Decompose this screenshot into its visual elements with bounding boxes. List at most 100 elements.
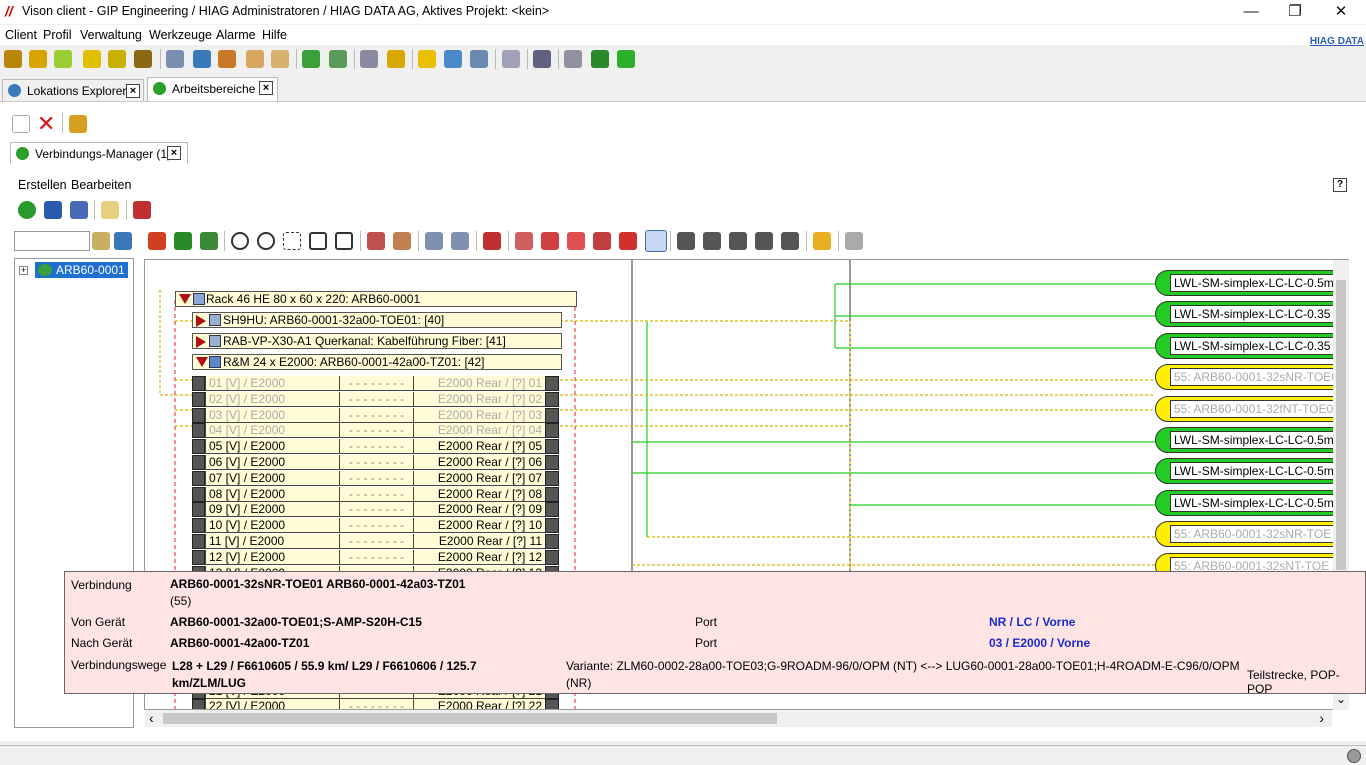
tab-lokations-explorer[interactable]: Lokations Explorer	[2, 79, 144, 101]
close-button[interactable]: ✕	[1318, 0, 1364, 24]
link-icon[interactable]	[567, 232, 585, 250]
port-rear-label[interactable]: E2000 Rear / [?] 03	[413, 407, 545, 423]
find-icon[interactable]	[444, 50, 462, 68]
arrange-icon[interactable]	[781, 232, 799, 250]
scroll-thumb[interactable]	[1336, 280, 1346, 570]
close-tab-arbeitsbereiche-button[interactable]: ×	[259, 81, 273, 95]
menu-werkzeuge[interactable]: Werkzeuge	[149, 28, 212, 42]
port-front-label[interactable]: 22 [V] / E2000	[205, 699, 339, 709]
settings-icon[interactable]	[502, 50, 520, 68]
port-rear-label[interactable]: E2000 Rear / [?] 05	[413, 439, 545, 455]
building-icon[interactable]	[218, 50, 236, 68]
cable-pill[interactable]: LWL-SM-simplex-LC-LC-0.35	[1155, 301, 1348, 327]
cable-pill[interactable]: LWL-SM-simplex-LC-LC-0.5m	[1155, 458, 1348, 484]
zoom-out-icon[interactable]	[257, 232, 275, 250]
undo-icon[interactable]	[174, 232, 192, 250]
zoom-select-icon[interactable]	[283, 232, 301, 250]
tools-icon[interactable]	[564, 50, 582, 68]
search-input[interactable]	[14, 231, 90, 251]
port-front-label[interactable]: 12 [V] / E2000	[205, 549, 339, 565]
cable-pill[interactable]: 55: ARB60-0001-32sNR-TOE0	[1155, 364, 1348, 390]
delete-icon[interactable]: ✕	[37, 111, 55, 137]
port-rear-label[interactable]: E2000 Rear / [?] 09	[413, 502, 545, 518]
rack-child-2[interactable]: RAB-VP-X30-A1 Querkanal: Kabelführung Fi…	[192, 333, 562, 349]
device-icon[interactable]	[360, 50, 378, 68]
menu-erstellen[interactable]: Erstellen	[18, 178, 67, 192]
collapse-icon[interactable]	[451, 232, 469, 250]
port-front-label[interactable]: 05 [V] / E2000	[205, 439, 339, 455]
cable-pill[interactable]: 55: ARB60-0001-32fNT-TOE0	[1155, 396, 1348, 422]
close-tab-verbindungs-manager-button[interactable]: ×	[167, 146, 181, 160]
port-front-label[interactable]: 10 [V] / E2000	[205, 518, 339, 534]
disconnect-icon[interactable]	[541, 232, 559, 250]
collapse-icon[interactable]	[179, 294, 191, 304]
print-icon[interactable]	[845, 232, 863, 250]
user-add-icon[interactable]	[29, 50, 47, 68]
tab-verbindungs-manager[interactable]: Verbindungs-Manager (1)	[10, 142, 188, 164]
new-document-icon[interactable]	[12, 115, 30, 133]
port-rear-label[interactable]: E2000 Rear / [?] 07	[413, 470, 545, 486]
users-icon[interactable]	[69, 115, 87, 133]
port-front-label[interactable]: 09 [V] / E2000	[205, 502, 339, 518]
menu-verwaltung[interactable]: Verwaltung	[80, 28, 142, 42]
map-icon[interactable]	[591, 50, 609, 68]
zoom-page-icon[interactable]	[335, 232, 353, 250]
cable-icon[interactable]	[387, 50, 405, 68]
tree-expander[interactable]: +	[19, 266, 28, 275]
port-rear-label[interactable]: E2000 Rear / [?] 02	[413, 391, 545, 407]
port-rear-label[interactable]: E2000 Rear / [?] 04	[413, 423, 545, 439]
filter-icon[interactable]	[114, 232, 132, 250]
report-icon[interactable]	[166, 50, 184, 68]
users-icon[interactable]	[4, 50, 22, 68]
save-icon[interactable]	[44, 201, 62, 219]
menu-bearbeiten[interactable]: Bearbeiten	[71, 178, 131, 192]
cable-pill[interactable]: LWL-SM-simplex-LC-LC-0.35	[1155, 333, 1348, 359]
port-rear-label[interactable]: E2000 Rear / [?] 10	[413, 518, 545, 534]
port-front-label[interactable]: 11 [V] / E2000	[205, 534, 339, 549]
group-icon[interactable]	[54, 50, 72, 68]
binoculars-icon[interactable]	[470, 50, 488, 68]
key-icon[interactable]	[83, 50, 101, 68]
fit-icon[interactable]	[309, 232, 327, 250]
layout-icon[interactable]	[367, 232, 385, 250]
maximize-button[interactable]: ❐	[1272, 0, 1318, 24]
keys-icon[interactable]	[108, 50, 126, 68]
zoom-in-icon[interactable]	[231, 232, 249, 250]
port-rear-label[interactable]: E2000 Rear / [?] 01	[413, 376, 545, 391]
menu-hilfe[interactable]: Hilfe	[262, 28, 287, 42]
unlink-icon[interactable]	[593, 232, 611, 250]
rack-header[interactable]: Rack 46 HE 80 x 60 x 220: ARB60-0001	[175, 291, 577, 307]
menu-profil[interactable]: Profil	[43, 28, 71, 42]
port-front-label[interactable]: 04 [V] / E2000	[205, 423, 339, 439]
folder-icon[interactable]	[101, 201, 119, 219]
port-rear-label[interactable]: E2000 Rear / [?] 06	[413, 455, 545, 470]
collapse-icon[interactable]	[196, 357, 208, 367]
port-front-label[interactable]: 02 [V] / E2000	[205, 391, 339, 407]
cabinet-icon[interactable]	[271, 50, 289, 68]
topology-icon[interactable]	[617, 50, 635, 68]
help-button[interactable]: ?	[1333, 178, 1347, 192]
connection-icon[interactable]	[302, 50, 320, 68]
layout-tree-icon[interactable]	[393, 232, 411, 250]
menu-client[interactable]: Client	[5, 28, 37, 42]
network-icon[interactable]	[329, 50, 347, 68]
close-tab-lokations-button[interactable]: ×	[126, 84, 140, 98]
search-location-icon[interactable]	[193, 50, 211, 68]
warning-icon[interactable]	[418, 50, 436, 68]
expand-icon[interactable]	[425, 232, 443, 250]
pen-icon[interactable]	[619, 232, 637, 250]
rack-child-1[interactable]: SH9HU: ARB60-0001-32a00-TOE01: [40]	[192, 312, 562, 328]
hatch-toggle-icon[interactable]	[645, 230, 667, 252]
align-top-icon[interactable]	[677, 232, 695, 250]
cable-pill[interactable]: LWL-SM-simplex-LC-LC-0.5m	[1155, 490, 1348, 516]
cut-icon[interactable]	[148, 232, 166, 250]
route-icon[interactable]	[483, 232, 501, 250]
minimize-button[interactable]: —	[1228, 0, 1274, 24]
align-left-icon[interactable]	[703, 232, 721, 250]
eraser-icon[interactable]	[133, 201, 151, 219]
globe-icon[interactable]	[134, 50, 152, 68]
save-as-icon[interactable]	[70, 201, 88, 219]
tag-icon[interactable]	[813, 232, 831, 250]
cable-pill[interactable]: LWL-SM-simplex-LC-LC-0.5m	[1155, 427, 1348, 453]
port-rear-label[interactable]: E2000 Rear / [?] 08	[413, 486, 545, 502]
